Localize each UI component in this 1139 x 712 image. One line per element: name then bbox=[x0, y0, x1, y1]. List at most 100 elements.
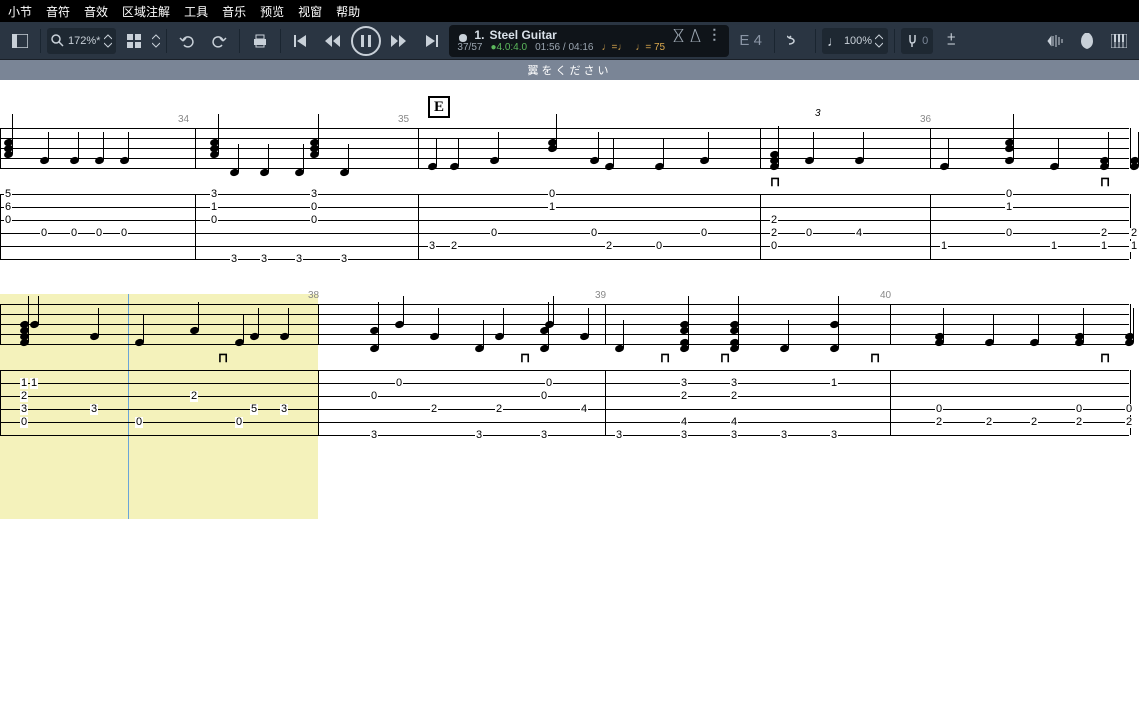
tab-fret[interactable]: 6 bbox=[4, 202, 12, 213]
tab-fret[interactable]: 0 bbox=[590, 228, 598, 239]
tab-fret[interactable]: 3 bbox=[260, 254, 268, 265]
tab-fret[interactable]: 3 bbox=[680, 378, 688, 389]
menu-bar-item[interactable]: 帮助 bbox=[336, 3, 360, 20]
tab-fret[interactable]: 3 bbox=[730, 378, 738, 389]
tab-fret[interactable]: 3 bbox=[428, 241, 436, 252]
menu-bar-item[interactable]: 音符 bbox=[46, 3, 70, 20]
tab-fret[interactable]: 2 bbox=[605, 241, 613, 252]
stepper-icon[interactable] bbox=[104, 34, 112, 48]
tab-fret[interactable]: 0 bbox=[95, 228, 103, 239]
panel-toggle-button[interactable] bbox=[6, 27, 34, 55]
tab-fret[interactable]: 1 bbox=[830, 378, 838, 389]
tab-fret[interactable]: 0 bbox=[1075, 404, 1083, 415]
tab-fret[interactable]: 3 bbox=[475, 430, 483, 441]
tab-fret[interactable]: 4 bbox=[680, 417, 688, 428]
skip-end-button[interactable] bbox=[417, 27, 445, 55]
tab-fret[interactable]: 2 bbox=[680, 391, 688, 402]
play-pause-button[interactable] bbox=[351, 26, 381, 56]
tab-fret[interactable]: 3 bbox=[230, 254, 238, 265]
pitch-button[interactable]: +− bbox=[937, 27, 965, 55]
menu-bar-item[interactable]: 音乐 bbox=[222, 3, 246, 20]
tab-fret[interactable]: 3 bbox=[210, 189, 218, 200]
tab-fret[interactable]: 2 bbox=[985, 417, 993, 428]
tablature-staff[interactable]: 5600000310333300332001020022004101012121… bbox=[0, 194, 1139, 264]
tab-fret[interactable]: 2 bbox=[1100, 228, 1108, 239]
undo-button[interactable] bbox=[173, 27, 201, 55]
tab-fret[interactable]: 3 bbox=[340, 254, 348, 265]
tab-fret[interactable]: 0 bbox=[4, 215, 12, 226]
tab-fret[interactable]: 0 bbox=[310, 202, 318, 213]
tab-fret[interactable]: 2 bbox=[770, 228, 778, 239]
tab-fret[interactable]: 0 bbox=[235, 417, 243, 428]
tab-fret[interactable]: 0 bbox=[1005, 228, 1013, 239]
tablature-staff[interactable]: 1123030205300323200343324332433130222020… bbox=[0, 370, 1139, 440]
tab-fret[interactable]: 3 bbox=[295, 254, 303, 265]
tab-fret[interactable]: 3 bbox=[20, 404, 28, 415]
tab-fret[interactable]: 3 bbox=[540, 430, 548, 441]
tab-fret[interactable]: 1 bbox=[20, 378, 28, 389]
notation-staff[interactable]: 38 39 40 bbox=[0, 304, 1139, 354]
tab-fret[interactable]: 2 bbox=[190, 391, 198, 402]
tab-fret[interactable]: 4 bbox=[730, 417, 738, 428]
tab-fret[interactable]: 0 bbox=[770, 241, 778, 252]
tab-fret[interactable]: 0 bbox=[490, 228, 498, 239]
menu-bar-item[interactable]: 小节 bbox=[8, 3, 32, 20]
fast-forward-button[interactable] bbox=[385, 27, 413, 55]
tab-fret[interactable]: 2 bbox=[730, 391, 738, 402]
tab-fret[interactable]: 1 bbox=[1130, 241, 1138, 252]
sound-icon[interactable] bbox=[1041, 27, 1069, 55]
tab-fret[interactable]: 0 bbox=[70, 228, 78, 239]
tab-fret[interactable]: 0 bbox=[935, 404, 943, 415]
keyboard-button[interactable] bbox=[1105, 27, 1133, 55]
tab-fret[interactable]: 2 bbox=[1075, 417, 1083, 428]
tab-fret[interactable]: 1 bbox=[210, 202, 218, 213]
tab-fret[interactable]: 2 bbox=[935, 417, 943, 428]
zoom-control[interactable]: 172%* bbox=[47, 28, 116, 54]
tab-fret[interactable]: 2 bbox=[1130, 228, 1138, 239]
grid-view-button[interactable] bbox=[120, 27, 148, 55]
skip-start-button[interactable] bbox=[287, 27, 315, 55]
tab-fret[interactable]: 3 bbox=[370, 430, 378, 441]
menu-bar-item[interactable]: 预览 bbox=[260, 3, 284, 20]
tab-fret[interactable]: 0 bbox=[1125, 404, 1133, 415]
more-icon[interactable]: ⋮ bbox=[707, 29, 721, 42]
tab-fret[interactable]: 0 bbox=[1005, 189, 1013, 200]
tempo-control[interactable]: ♩ 100% bbox=[822, 28, 888, 54]
tab-fret[interactable]: 0 bbox=[655, 241, 663, 252]
tab-fret[interactable]: 1 bbox=[940, 241, 948, 252]
tab-fret[interactable]: 1 bbox=[30, 378, 38, 389]
tab-fret[interactable]: 1 bbox=[1100, 241, 1108, 252]
tab-fret[interactable]: 2 bbox=[1030, 417, 1038, 428]
track-display[interactable]: 1. Steel Guitar ⋮ 37/57 ●4.0:4.0 01:56 /… bbox=[449, 25, 729, 57]
tab-fret[interactable]: 0 bbox=[40, 228, 48, 239]
stepper-icon[interactable] bbox=[152, 34, 160, 48]
menu-bar-item[interactable]: 区域注解 bbox=[122, 3, 170, 20]
fretboard-button[interactable] bbox=[1073, 27, 1101, 55]
tab-fret[interactable]: 3 bbox=[730, 430, 738, 441]
tab-fret[interactable]: 2 bbox=[20, 391, 28, 402]
tab-fret[interactable]: 0 bbox=[395, 378, 403, 389]
notation-staff[interactable]: 34 35 36 3 bbox=[0, 128, 1139, 178]
tab-fret[interactable]: 0 bbox=[700, 228, 708, 239]
tab-fret[interactable]: 2 bbox=[495, 404, 503, 415]
score-area[interactable]: E 34 35 36 3 560000031033330033200102002… bbox=[0, 80, 1139, 712]
tab-fret[interactable]: 5 bbox=[250, 404, 258, 415]
menu-bar-item[interactable]: 视窗 bbox=[298, 3, 322, 20]
tab-fret[interactable]: 2 bbox=[770, 215, 778, 226]
tab-fret[interactable]: 0 bbox=[310, 215, 318, 226]
tab-fret[interactable]: 3 bbox=[280, 404, 288, 415]
tab-fret[interactable]: 3 bbox=[680, 430, 688, 441]
tab-fret[interactable]: 2 bbox=[430, 404, 438, 415]
tab-fret[interactable]: 4 bbox=[855, 228, 863, 239]
tab-fret[interactable]: 0 bbox=[548, 189, 556, 200]
tab-fret[interactable]: 1 bbox=[1050, 241, 1058, 252]
rewind-button[interactable] bbox=[319, 27, 347, 55]
tab-fret[interactable]: 0 bbox=[540, 391, 548, 402]
tab-fret[interactable]: 3 bbox=[830, 430, 838, 441]
transpose-control[interactable]: 0 bbox=[901, 28, 933, 54]
tab-fret[interactable]: 0 bbox=[545, 378, 553, 389]
tab-fret[interactable]: 2 bbox=[1125, 417, 1133, 428]
tab-fret[interactable]: 3 bbox=[90, 404, 98, 415]
print-button[interactable] bbox=[246, 27, 274, 55]
redo-button[interactable] bbox=[205, 27, 233, 55]
